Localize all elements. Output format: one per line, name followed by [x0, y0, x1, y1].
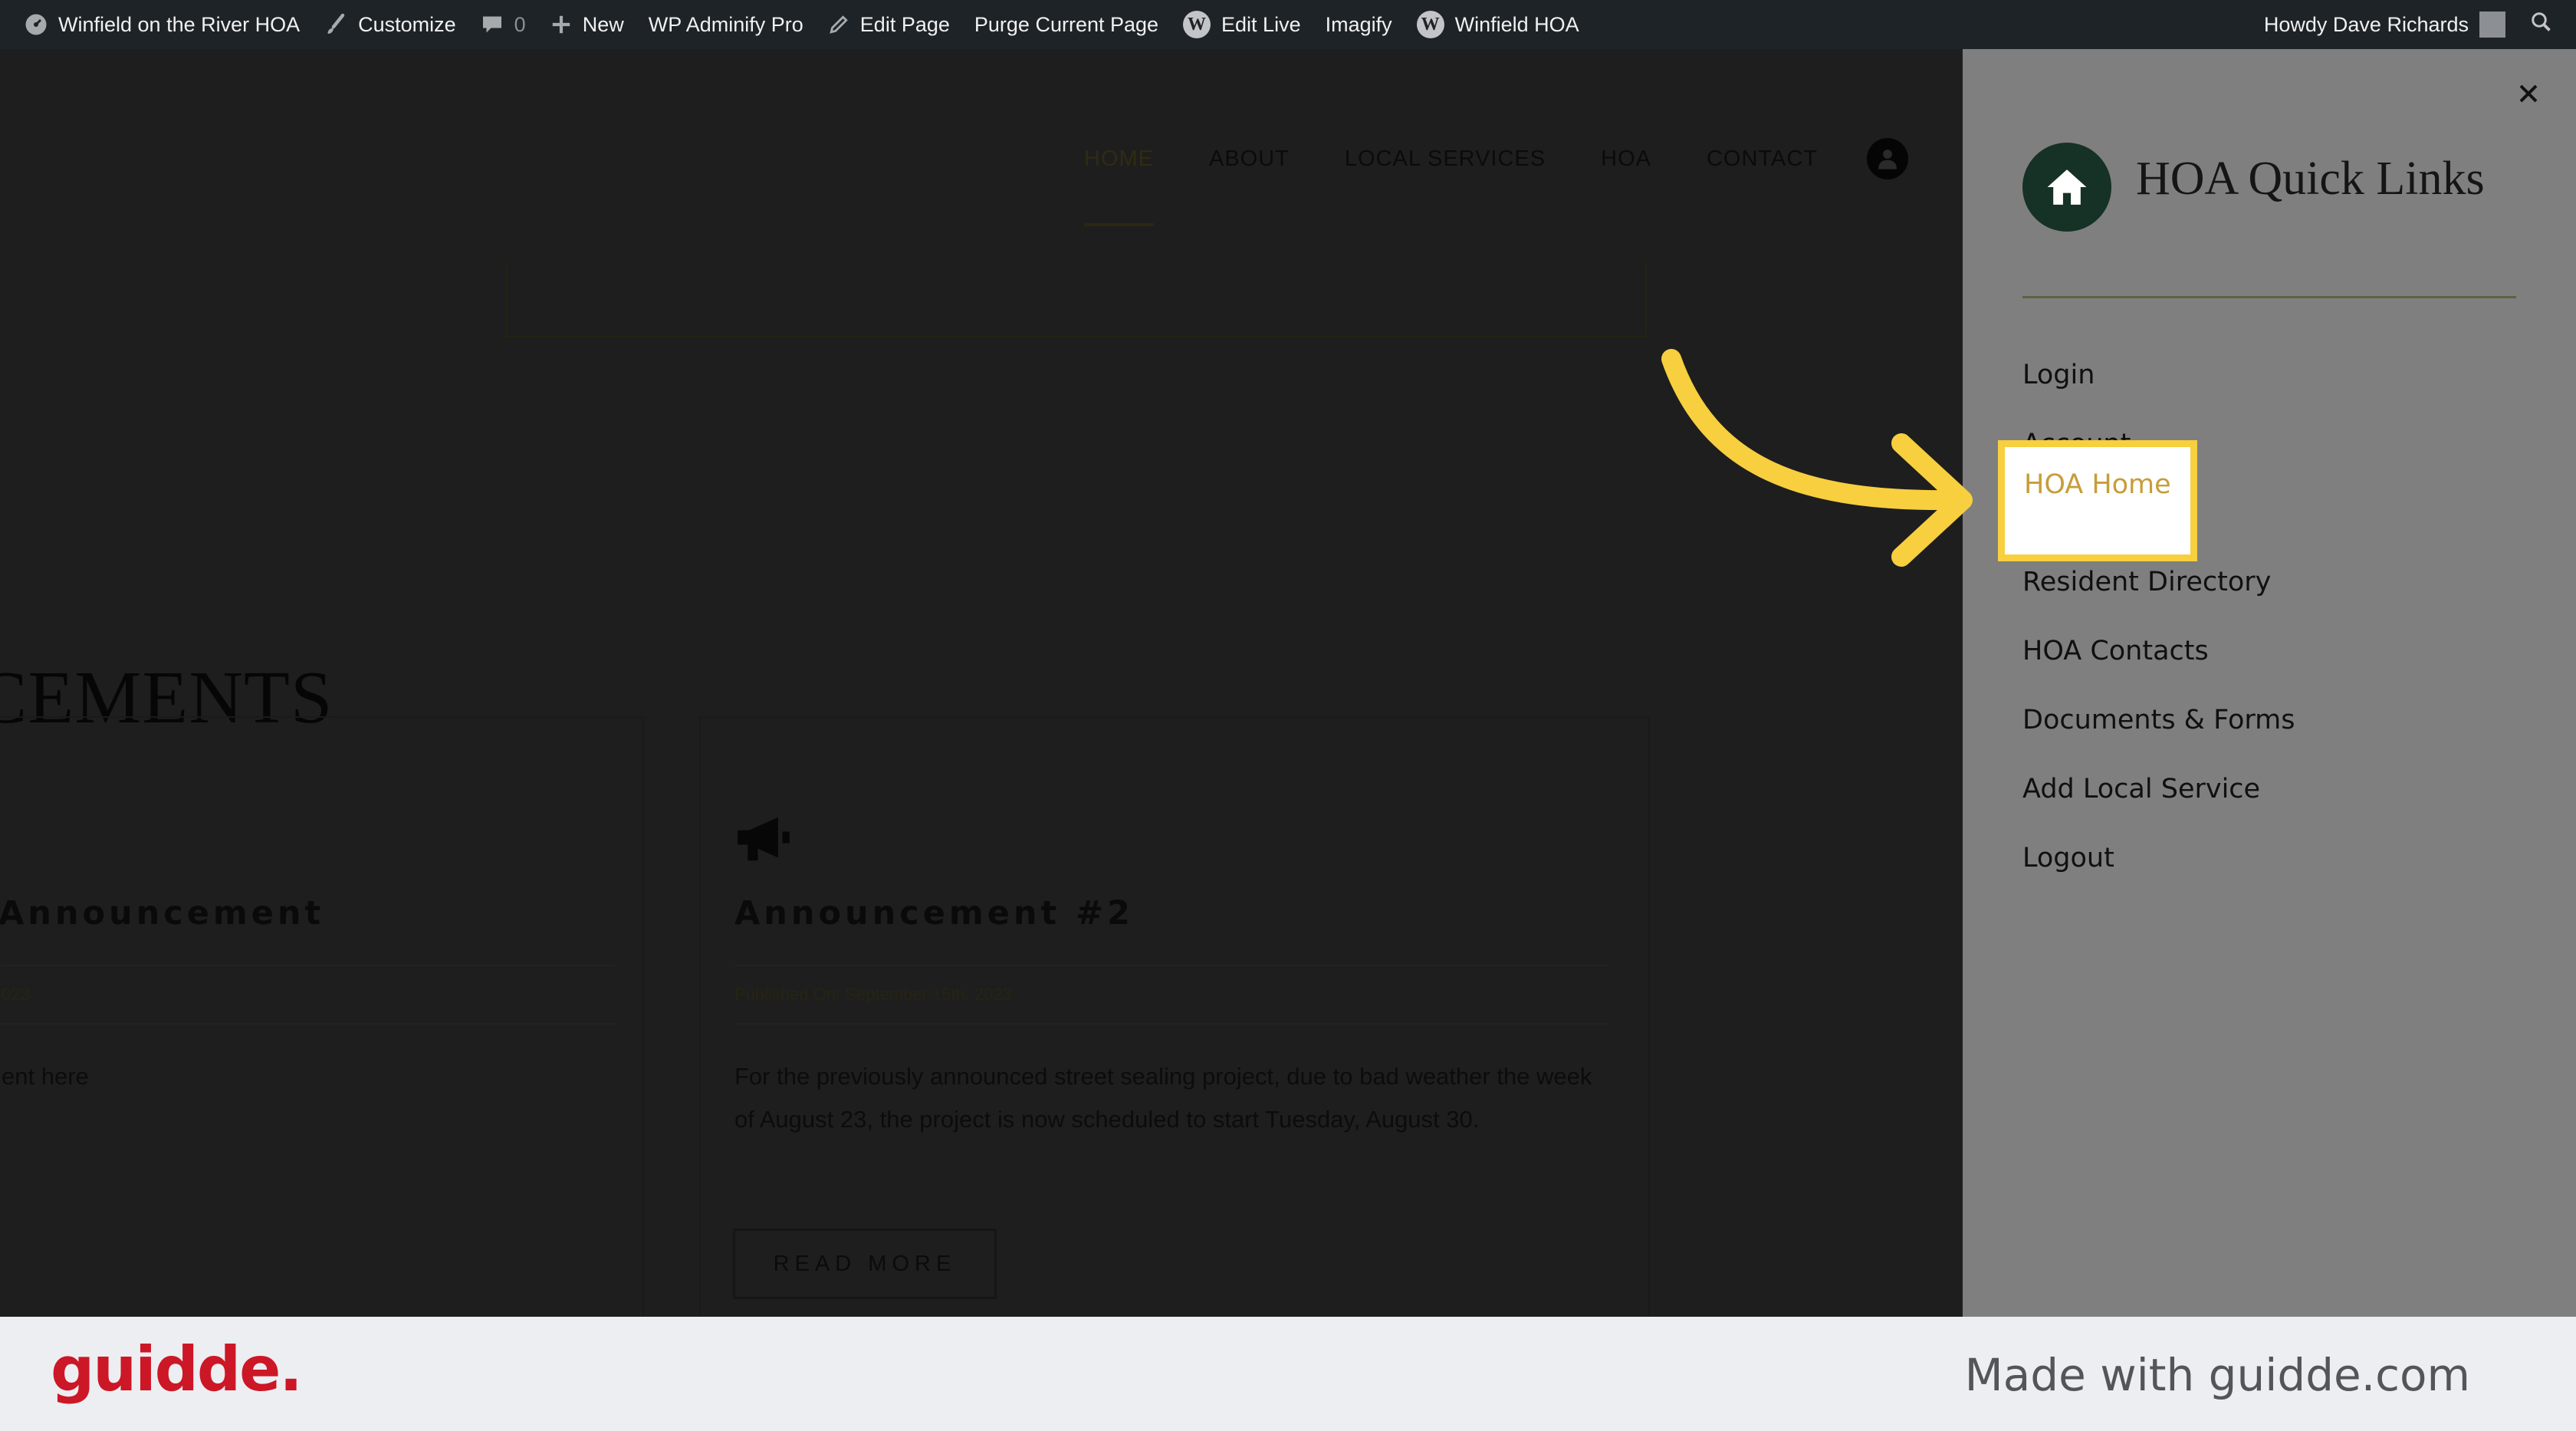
admin-search[interactable]	[2518, 0, 2565, 49]
admin-adminify-label: WP Adminify Pro	[648, 12, 803, 36]
search-icon	[2530, 11, 2553, 39]
admin-howdy: Howdy Dave Richards	[2263, 12, 2469, 36]
announcement-card: Announcement 023 ent here	[0, 716, 644, 1317]
admin-imagify-label: Imagify	[1325, 12, 1392, 36]
admin-customize-label: Customize	[358, 12, 456, 36]
divider	[2, 965, 615, 966]
site-page-dimmed: HOME ABOUT LOCAL SERVICES HOA CONTACT CE…	[0, 49, 1963, 1317]
wordpress-logo-icon: W	[1416, 11, 1444, 38]
link-logout[interactable]: Logout	[2022, 824, 2295, 893]
admin-adminify[interactable]: WP Adminify Pro	[636, 0, 816, 49]
admin-new-label: New	[582, 12, 624, 36]
divider	[734, 965, 1608, 966]
admin-comments-count: 0	[514, 12, 526, 36]
hoa-quick-links-panel: HOA Quick Links Login Account HOA Home R…	[1963, 49, 2576, 1317]
nav-about[interactable]: ABOUT	[1209, 146, 1290, 172]
read-more-button[interactable]: READ MORE	[733, 1229, 997, 1299]
guidde-logo: guidde.	[51, 1334, 303, 1405]
comment-bubble-icon	[481, 13, 504, 36]
wordpress-logo-icon: W	[1183, 11, 1211, 38]
nav-local-services[interactable]: LOCAL SERVICES	[1345, 146, 1546, 172]
close-icon[interactable]	[2513, 78, 2544, 109]
card-title[interactable]: Announcement	[0, 894, 324, 933]
card-body: For the previously announced street seal…	[734, 1063, 1592, 1133]
admin-account[interactable]: Howdy Dave Richards	[2252, 0, 2518, 49]
quick-links-list: Login Account HOA Home Resident Director…	[2022, 340, 2295, 893]
admin-purge-label: Purge Current Page	[974, 12, 1159, 36]
admin-edit-live[interactable]: W Edit Live	[1171, 0, 1313, 49]
nav-home[interactable]: HOME	[1084, 146, 1154, 226]
card-date: Published On: September 15th, 2023	[734, 985, 1013, 1004]
admin-new[interactable]: New	[538, 0, 636, 49]
admin-edit-live-label: Edit Live	[1221, 12, 1301, 36]
divider	[2022, 296, 2516, 298]
panel-title: HOA Quick Links	[2136, 153, 2485, 205]
highlight-box	[1998, 440, 2197, 561]
paintbrush-icon	[324, 13, 347, 36]
made-with-label: Made with guidde.com	[1964, 1349, 2470, 1401]
admin-edit-page-label: Edit Page	[859, 12, 950, 36]
admin-customize[interactable]: Customize	[312, 0, 468, 49]
megaphone-icon	[734, 813, 793, 865]
nav-hoa[interactable]: HOA	[1601, 146, 1651, 172]
announcement-card: Announcement #2 Published On: September …	[699, 716, 1650, 1317]
divider	[734, 1023, 1608, 1025]
link-documents-forms[interactable]: Documents & Forms	[2022, 686, 2295, 755]
nav-contact[interactable]: CONTACT	[1707, 146, 1818, 172]
card-title[interactable]: Announcement #2	[734, 894, 1134, 933]
highlighted-link-label[interactable]: HOA Home	[2024, 469, 2171, 500]
user-account-icon[interactable]	[1866, 138, 1908, 179]
dashboard-gauge-icon	[25, 13, 48, 36]
admin-comments[interactable]: 0	[468, 0, 538, 49]
admin-edit-page[interactable]: Edit Page	[816, 0, 962, 49]
admin-purge[interactable]: Purge Current Page	[962, 0, 1171, 49]
pencil-icon	[828, 14, 849, 35]
wp-admin-bar: Winfield on the River HOA Customize 0 Ne…	[0, 0, 2576, 49]
main-navigation: HOME ABOUT LOCAL SERVICES HOA CONTACT	[1084, 138, 1908, 226]
link-login[interactable]: Login	[2022, 340, 2295, 410]
admin-winfield-hoa[interactable]: W Winfield HOA	[1405, 0, 1592, 49]
admin-site-name: Winfield on the River HOA	[58, 12, 301, 36]
link-add-local-service[interactable]: Add Local Service	[2022, 755, 2295, 824]
admin-winfield-hoa-label: Winfield HOA	[1454, 12, 1579, 36]
guidde-footer: guidde. Made with guidde.com	[0, 1317, 2576, 1431]
pointer-arrow-icon	[1661, 349, 1973, 567]
card-body: ent here	[2, 1063, 89, 1090]
content-frame	[506, 264, 1647, 337]
admin-site-menu[interactable]: Winfield on the River HOA	[12, 0, 312, 49]
divider	[2, 1023, 615, 1025]
plus-icon	[550, 14, 572, 35]
avatar	[2479, 12, 2505, 38]
link-hoa-contacts[interactable]: HOA Contacts	[2022, 617, 2295, 686]
admin-imagify[interactable]: Imagify	[1313, 0, 1405, 49]
home-icon	[2022, 143, 2111, 232]
card-date: 023	[2, 985, 30, 1004]
